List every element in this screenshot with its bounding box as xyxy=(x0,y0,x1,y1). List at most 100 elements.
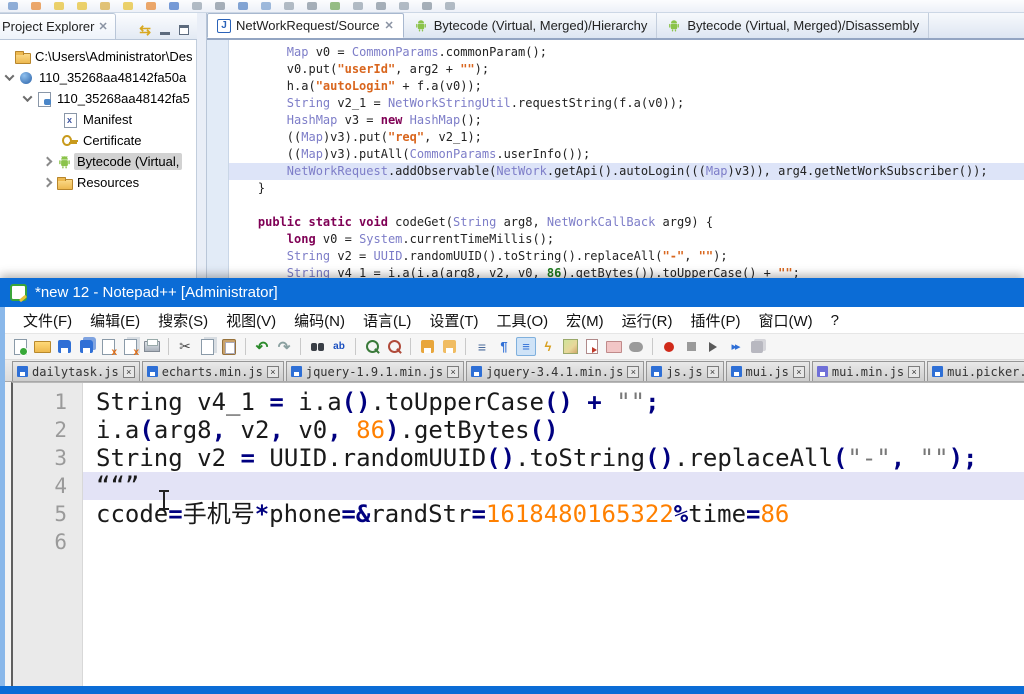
toolbar-icon[interactable] xyxy=(330,2,340,10)
find-icon[interactable] xyxy=(307,337,327,356)
function-completion-icon[interactable] xyxy=(538,337,558,356)
menu-help[interactable]: ? xyxy=(822,310,848,331)
toolbar-icon[interactable] xyxy=(422,2,432,10)
save-icon[interactable] xyxy=(54,337,74,356)
close-tab-icon[interactable]: × xyxy=(447,366,459,378)
close-tab-icon[interactable]: × xyxy=(793,366,805,378)
close-tab-icon[interactable]: × xyxy=(707,366,719,378)
chevron-right-icon[interactable] xyxy=(43,178,53,188)
toolbar-icon[interactable] xyxy=(261,2,271,10)
tab-networkrequest-source[interactable]: J NetWorkRequest/Source ✕ xyxy=(207,13,404,38)
chevron-right-icon[interactable] xyxy=(43,157,53,167)
folder-workspace-icon[interactable] xyxy=(604,337,624,356)
print-icon[interactable] xyxy=(142,337,162,356)
save-session-icon[interactable] xyxy=(417,337,437,356)
macro-play-icon[interactable] xyxy=(703,337,723,356)
file-tab[interactable]: dailytask.js× xyxy=(12,361,140,381)
close-tab-icon[interactable]: × xyxy=(267,366,279,378)
undo-icon[interactable] xyxy=(252,337,272,356)
maximize-icon[interactable] xyxy=(179,25,189,35)
minimize-icon[interactable] xyxy=(160,26,170,35)
file-tab[interactable]: echarts.min.js× xyxy=(142,361,284,381)
text-editor[interactable]: 123456 String v4_1 = i.a().toUpperCase()… xyxy=(11,382,1024,686)
load-session-icon[interactable] xyxy=(439,337,459,356)
menu-view[interactable]: 视图(V) xyxy=(217,308,285,333)
file-tab[interactable]: mui.min.js× xyxy=(812,361,925,381)
macro-save-icon[interactable] xyxy=(747,337,767,356)
tree-item-package[interactable]: 110_35268aa48142fa5 xyxy=(0,88,196,109)
toolbar-icon[interactable] xyxy=(284,2,294,10)
source-view[interactable]: Map v0 = CommonParams.commonParam(); v0.… xyxy=(207,40,1024,278)
file-tab[interactable]: jquery-1.9.1.min.js× xyxy=(286,361,464,381)
indent-guide-icon[interactable] xyxy=(516,337,536,356)
menu-run[interactable]: 运行(R) xyxy=(613,308,682,333)
close-icon[interactable]: ✕ xyxy=(385,19,394,32)
macro-run-multiple-icon[interactable] xyxy=(725,337,745,356)
menu-macro[interactable]: 宏(M) xyxy=(557,308,613,333)
new-file-icon[interactable] xyxy=(10,337,30,356)
close-file-icon[interactable] xyxy=(98,337,118,356)
show-all-chars-icon[interactable] xyxy=(494,337,514,356)
close-all-icon[interactable] xyxy=(120,337,140,356)
toolbar-icon[interactable] xyxy=(192,2,202,10)
open-file-icon[interactable] xyxy=(32,337,52,356)
toolbar-icon[interactable] xyxy=(399,2,409,10)
toolbar-icon[interactable] xyxy=(123,2,133,10)
tab-project-explorer[interactable]: Project Explorer ✕ xyxy=(0,13,116,39)
toolbar-icon[interactable] xyxy=(8,2,18,10)
redo-icon[interactable] xyxy=(274,337,294,356)
menu-file[interactable]: 文件(F) xyxy=(14,308,81,333)
tree-item-certificate[interactable]: Certificate xyxy=(0,130,196,151)
document-map-icon[interactable] xyxy=(560,337,580,356)
toolbar-icon[interactable] xyxy=(77,2,87,10)
menu-window[interactable]: 窗口(W) xyxy=(749,308,821,333)
tree-item-apk[interactable]: 110_35268aa48142fa50a xyxy=(0,67,196,88)
macro-stop-icon[interactable] xyxy=(681,337,701,356)
tree-item-project-root[interactable]: C:\Users\Administrator\Des xyxy=(0,46,196,67)
toolbar-icon[interactable] xyxy=(353,2,363,10)
toolbar-icon[interactable] xyxy=(100,2,110,10)
tab-bytecode-disassembly[interactable]: Bytecode (Virtual, Merged)/Disassembly xyxy=(657,13,929,38)
link-with-editor-icon[interactable]: ⇆ xyxy=(139,25,151,35)
paste-icon[interactable] xyxy=(219,337,239,356)
monitoring-icon[interactable] xyxy=(626,337,646,356)
close-icon[interactable]: ✕ xyxy=(98,20,107,33)
menu-settings[interactable]: 设置(T) xyxy=(420,308,487,333)
macro-record-icon[interactable] xyxy=(659,337,679,356)
toolbar-icon[interactable] xyxy=(307,2,317,10)
tree-item-manifest[interactable]: Manifest xyxy=(0,109,196,130)
file-tab[interactable]: mui.js× xyxy=(726,361,810,381)
menu-plugins[interactable]: 插件(P) xyxy=(681,308,749,333)
editor-text[interactable]: String v4_1 = i.a().toUpperCase() + "";i… xyxy=(83,383,1024,686)
toolbar-icon[interactable] xyxy=(146,2,156,10)
menu-edit[interactable]: 编辑(E) xyxy=(81,308,149,333)
close-tab-icon[interactable]: × xyxy=(123,366,135,378)
menu-language[interactable]: 语言(L) xyxy=(354,308,420,333)
replace-icon[interactable] xyxy=(329,337,349,356)
titlebar[interactable]: *new 12 - Notepad++ [Administrator] xyxy=(0,278,1024,307)
toolbar-icon[interactable] xyxy=(215,2,225,10)
tree-item-bytecode[interactable]: Bytecode (Virtual, xyxy=(0,151,196,172)
cut-icon[interactable] xyxy=(175,337,195,356)
chevron-down-icon[interactable] xyxy=(23,92,33,102)
toolbar-icon[interactable] xyxy=(169,2,179,10)
toolbar-icon[interactable] xyxy=(445,2,455,10)
file-tab[interactable]: jquery-3.4.1.min.js× xyxy=(466,361,644,381)
chevron-down-icon[interactable] xyxy=(5,71,15,81)
document-switcher-icon[interactable] xyxy=(582,337,602,356)
file-tab[interactable]: mui.picker.js× xyxy=(927,361,1024,381)
toolbar-icon[interactable] xyxy=(238,2,248,10)
toolbar-icon[interactable] xyxy=(376,2,386,10)
save-all-icon[interactable] xyxy=(76,337,96,356)
menu-encoding[interactable]: 编码(N) xyxy=(285,308,354,333)
tab-bytecode-hierarchy[interactable]: Bytecode (Virtual, Merged)/Hierarchy xyxy=(404,13,658,38)
menu-tools[interactable]: 工具(O) xyxy=(487,308,557,333)
menu-search[interactable]: 搜索(S) xyxy=(149,308,217,333)
zoom-in-icon[interactable] xyxy=(362,337,382,356)
toolbar-icon[interactable] xyxy=(54,2,64,10)
toolbar-icon[interactable] xyxy=(31,2,41,10)
close-tab-icon[interactable]: × xyxy=(627,366,639,378)
word-wrap-icon[interactable] xyxy=(472,337,492,356)
tree-item-resources[interactable]: Resources xyxy=(0,172,196,193)
file-tab[interactable]: js.js× xyxy=(646,361,723,381)
